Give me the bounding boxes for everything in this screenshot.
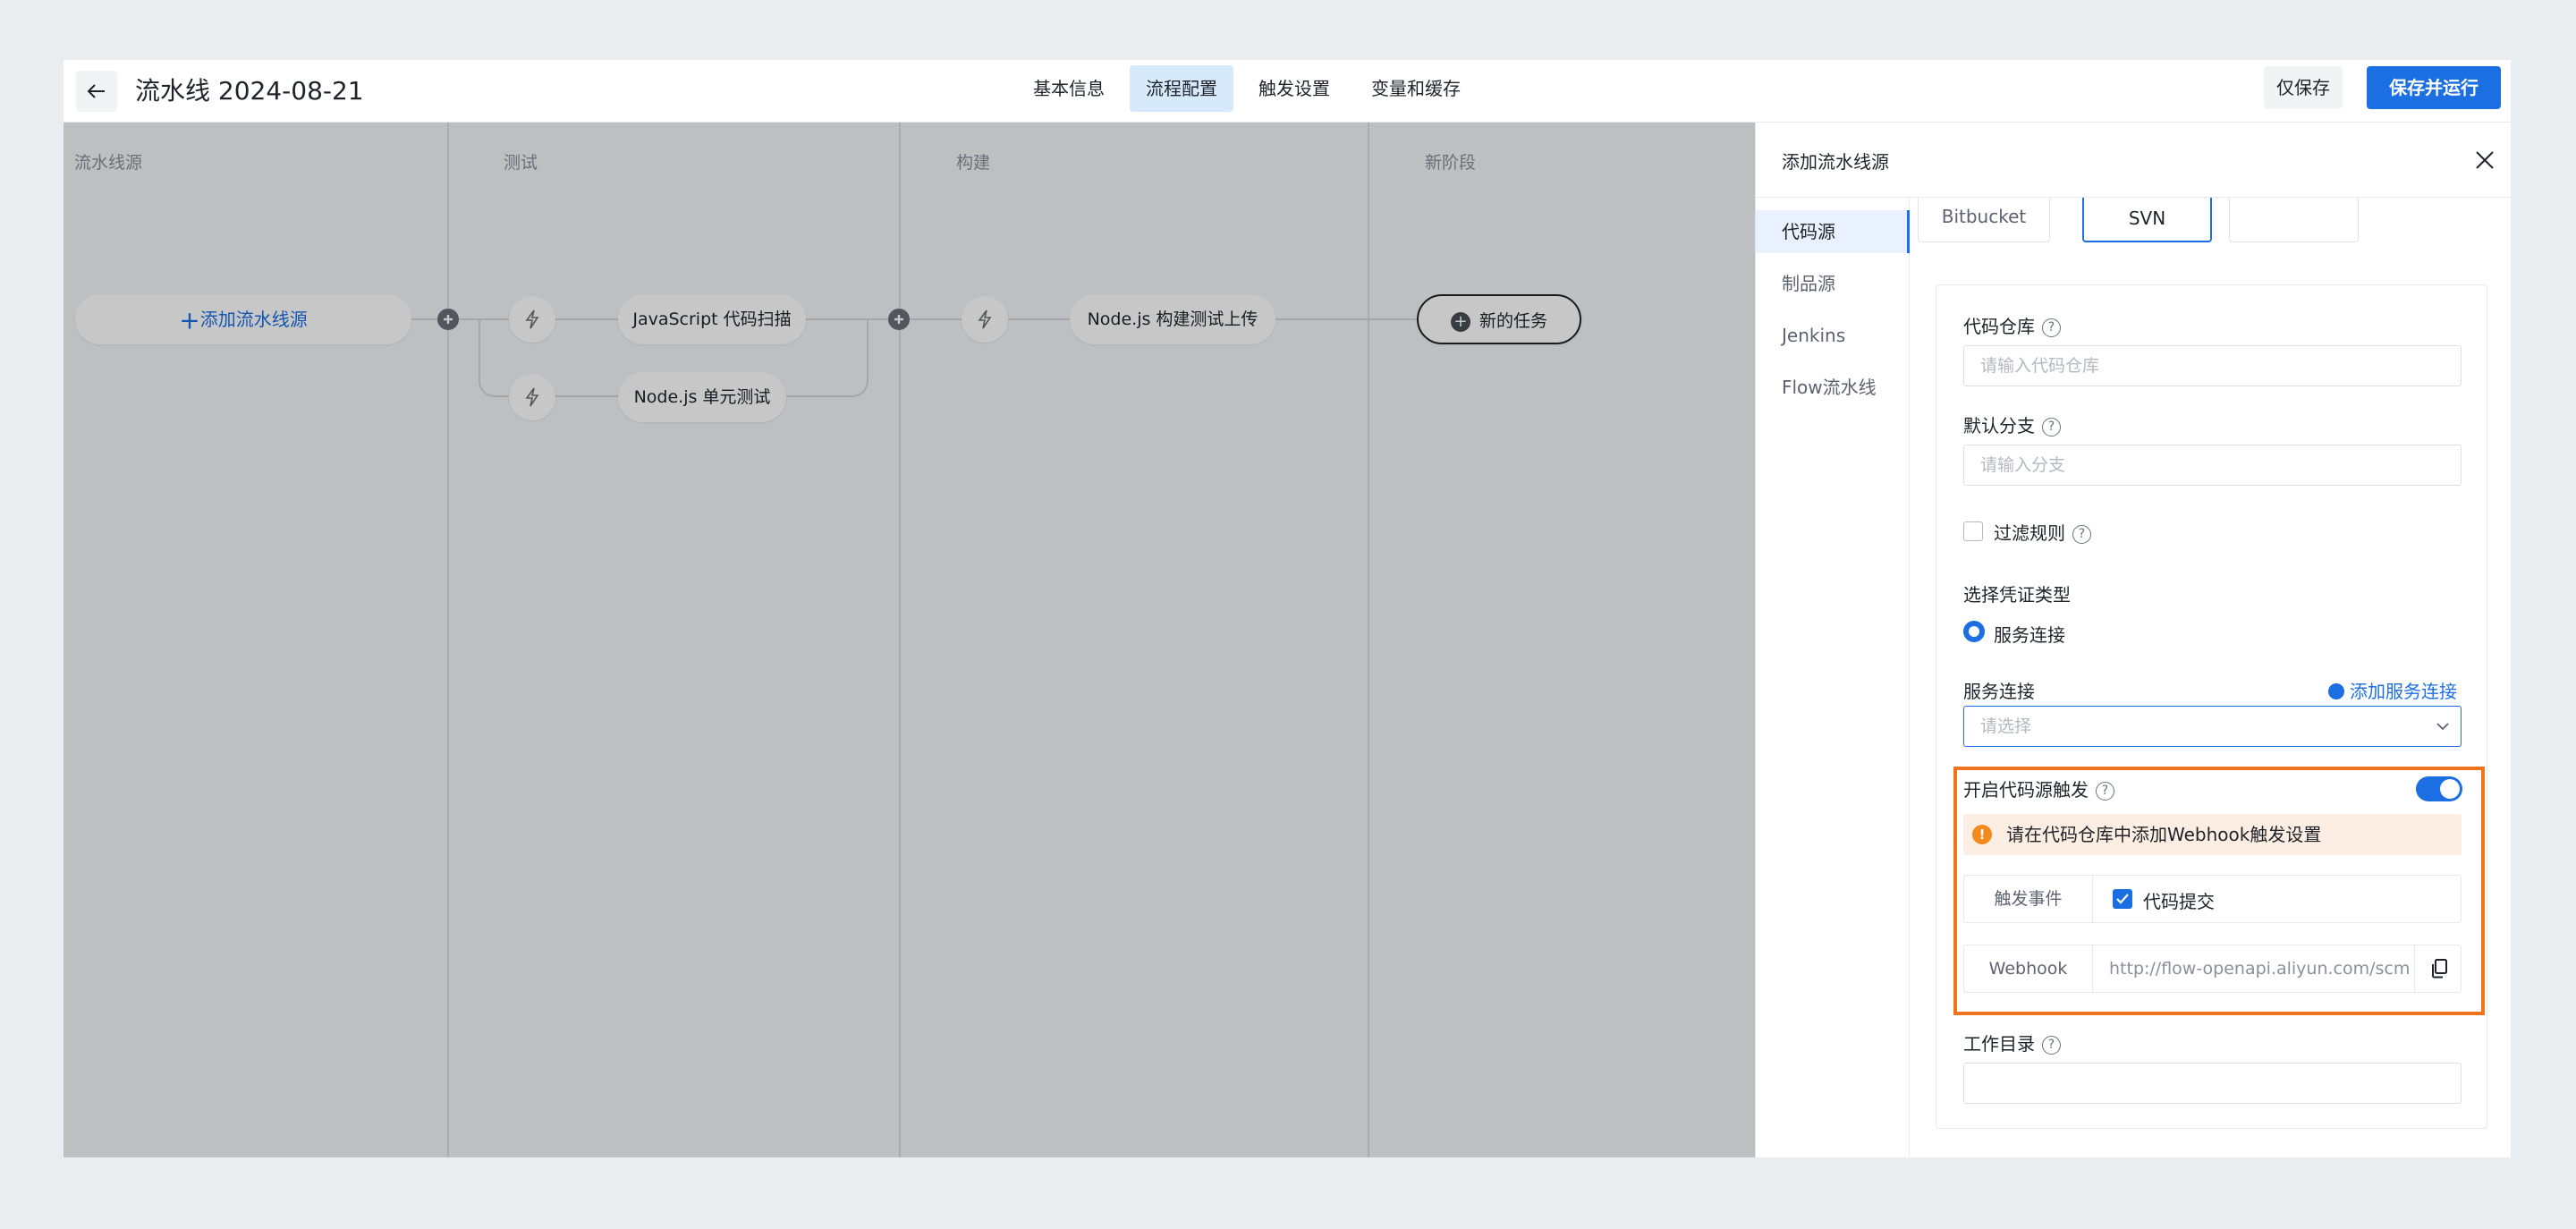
tab-basic-info[interactable]: 基本信息	[1017, 65, 1121, 112]
service-connection-select[interactable]: 请选择	[1963, 706, 2462, 747]
nav-item-jenkins[interactable]: Jenkins	[1756, 314, 1910, 357]
tab-bar: 基本信息 流程配置 触发设置 变量和缓存	[1017, 65, 1477, 112]
workdir-label: 工作目录?	[1963, 1030, 2061, 1055]
service-connection-option: 服务连接	[1994, 624, 2065, 646]
tab-pipeline-config[interactable]: 流程配置	[1130, 65, 1233, 112]
save-and-run-button[interactable]: 保存并运行	[2367, 66, 2501, 109]
repo-label: 代码仓库?	[1963, 312, 2061, 338]
annotation-highlight-box	[1953, 767, 2485, 1015]
add-service-connection-link[interactable]: 添加服务连接	[2328, 677, 2457, 703]
tab-variables-cache[interactable]: 变量和缓存	[1355, 65, 1477, 112]
arrow-left-icon	[87, 84, 105, 98]
plus-circle-icon	[2328, 682, 2344, 699]
back-button[interactable]	[76, 71, 117, 112]
nav-item-artifact-source[interactable]: 制品源	[1756, 262, 1910, 305]
branch-input[interactable]: 请输入分支	[1963, 445, 2462, 486]
service-connection-radio[interactable]	[1963, 621, 1985, 642]
filter-rules-checkbox[interactable]	[1963, 521, 1983, 541]
source-type-nav: 代码源 制品源 Jenkins Flow流水线	[1756, 198, 1910, 1157]
chevron-down-icon	[2436, 723, 2449, 731]
source-tile-bitbucket[interactable]: Bitbucket	[1918, 198, 2050, 242]
help-icon[interactable]: ?	[2042, 318, 2061, 337]
workdir-input[interactable]	[1963, 1063, 2462, 1104]
drawer-title: 添加流水线源	[1782, 151, 1889, 173]
source-tile-svn[interactable]: SVN	[2082, 198, 2212, 242]
repo-input[interactable]: 请输入代码仓库	[1963, 345, 2462, 386]
page-title: 流水线 2024-08-21	[135, 76, 364, 106]
source-tile-other[interactable]	[2229, 198, 2359, 242]
save-only-button[interactable]: 仅保存	[2264, 66, 2343, 109]
drawer-header: 添加流水线源	[1756, 123, 2511, 198]
close-icon[interactable]	[2474, 149, 2496, 171]
help-icon[interactable]: ?	[2072, 525, 2091, 544]
filter-rules-label: 过滤规则?	[1994, 519, 2091, 545]
nav-item-code-source[interactable]: 代码源	[1756, 210, 1910, 253]
tab-trigger-settings[interactable]: 触发设置	[1242, 65, 1346, 112]
help-icon[interactable]: ?	[2042, 418, 2061, 437]
help-icon[interactable]: ?	[2042, 1036, 2061, 1055]
branch-label: 默认分支?	[1963, 411, 2061, 437]
top-bar: 流水线 2024-08-21 基本信息 流程配置 触发设置 变量和缓存 仅保存 …	[64, 60, 2511, 123]
nav-item-flow-pipeline[interactable]: Flow流水线	[1756, 366, 1910, 409]
credential-type-label: 选择凭证类型	[1963, 584, 2071, 606]
modal-overlay[interactable]	[64, 123, 1755, 1157]
service-connection-label: 服务连接	[1963, 681, 2035, 702]
